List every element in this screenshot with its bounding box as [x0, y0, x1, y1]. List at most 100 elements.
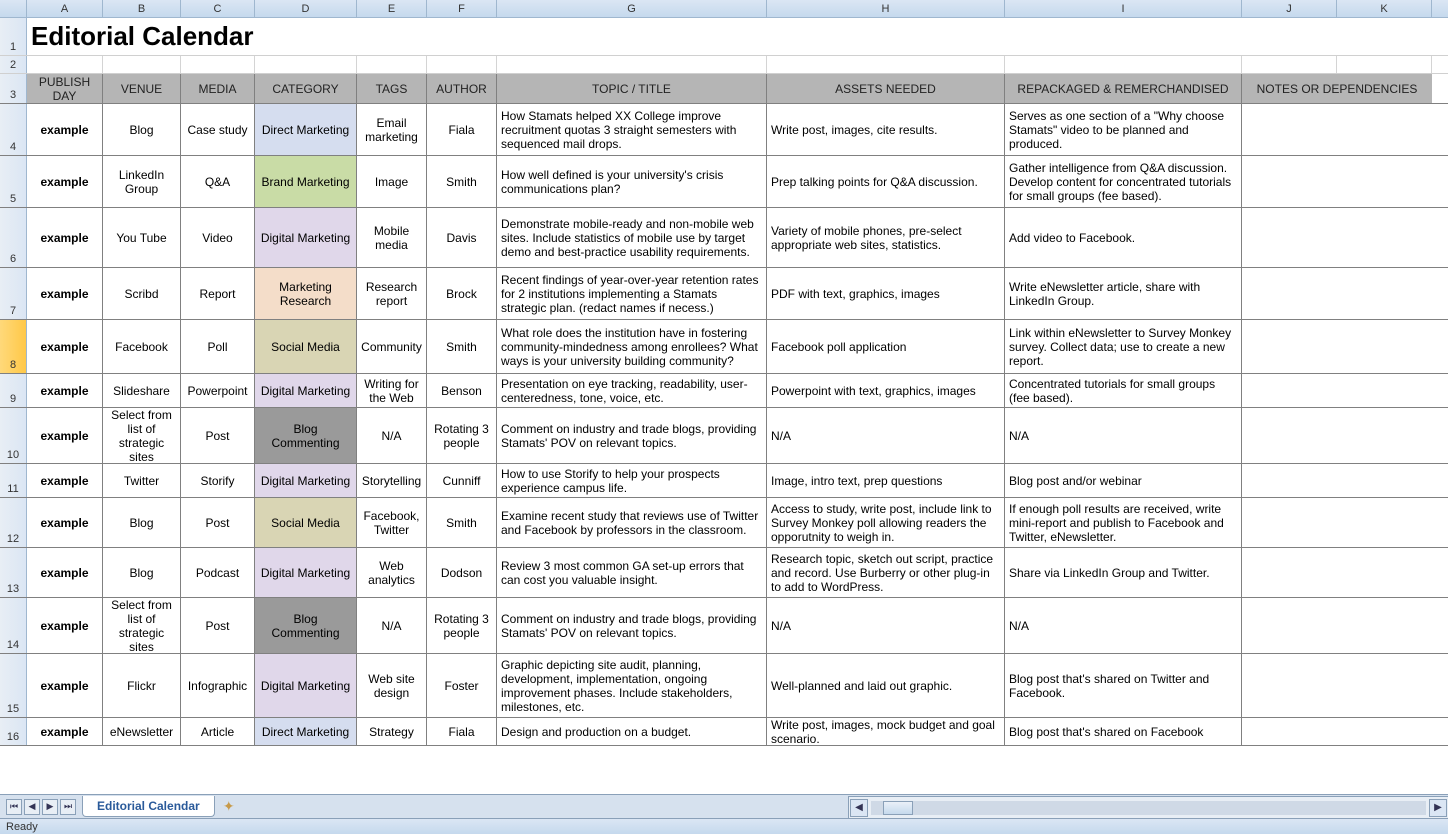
cell-tags[interactable]: Storytelling	[357, 464, 427, 497]
cell[interactable]	[181, 56, 255, 73]
cell-repackaged[interactable]: Blog post that's shared on Facebook	[1005, 718, 1242, 745]
cell-topic[interactable]: Demonstrate mobile-ready and non-mobile …	[497, 208, 767, 267]
scroll-track[interactable]	[871, 801, 1426, 815]
cell-assets[interactable]: Write post, images, mock budget and goal…	[767, 718, 1005, 745]
col-header-G[interactable]: G	[497, 0, 767, 17]
cell-media[interactable]: Post	[181, 498, 255, 547]
cell-repackaged[interactable]: Blog post that's shared on Twitter and F…	[1005, 654, 1242, 717]
cell-venue[interactable]: Twitter	[103, 464, 181, 497]
cell-assets[interactable]: N/A	[767, 598, 1005, 653]
cell-publish-day[interactable]: example	[27, 408, 103, 463]
cell-tags[interactable]: Email marketing	[357, 104, 427, 155]
cell-author[interactable]: Rotating 3 people	[427, 408, 497, 463]
row-header-1[interactable]: 1	[0, 18, 27, 55]
col-header-A[interactable]: A	[27, 0, 103, 17]
cell-media[interactable]: Video	[181, 208, 255, 267]
cell-venue[interactable]: LinkedIn Group	[103, 156, 181, 207]
hdr-repackaged[interactable]: REPACKAGED & REMERCHANDISED	[1005, 74, 1242, 103]
col-header-I[interactable]: I	[1005, 0, 1242, 17]
cell-media[interactable]: Q&A	[181, 156, 255, 207]
cell-assets[interactable]: Well-planned and laid out graphic.	[767, 654, 1005, 717]
row-header-10[interactable]: 10	[0, 408, 27, 463]
col-header-C[interactable]: C	[181, 0, 255, 17]
scroll-right-icon[interactable]: ▶	[1429, 799, 1447, 817]
cell-publish-day[interactable]: example	[27, 208, 103, 267]
cell-category[interactable]: Digital Marketing	[255, 374, 357, 407]
cell[interactable]	[767, 56, 1005, 73]
cell-venue[interactable]: Facebook	[103, 320, 181, 373]
cell-author[interactable]: Benson	[427, 374, 497, 407]
cell-topic[interactable]: Graphic depicting site audit, planning, …	[497, 654, 767, 717]
cell-notes[interactable]	[1242, 374, 1432, 407]
cell-media[interactable]: Report	[181, 268, 255, 319]
row-header-6[interactable]: 6	[0, 208, 27, 267]
cell-notes[interactable]	[1242, 718, 1432, 745]
cell-publish-day[interactable]: example	[27, 654, 103, 717]
cell-notes[interactable]	[1242, 268, 1432, 319]
cell-category[interactable]: Brand Marketing	[255, 156, 357, 207]
cell-notes[interactable]	[1242, 208, 1432, 267]
cell-repackaged[interactable]: Link within eNewsletter to Survey Monkey…	[1005, 320, 1242, 373]
cell-repackaged[interactable]: Share via LinkedIn Group and Twitter.	[1005, 548, 1242, 597]
cell-publish-day[interactable]: example	[27, 268, 103, 319]
cell-repackaged[interactable]: Add video to Facebook.	[1005, 208, 1242, 267]
cell-topic[interactable]: How well defined is your university's cr…	[497, 156, 767, 207]
cell[interactable]	[497, 56, 767, 73]
cell-topic[interactable]: What role does the institution have in f…	[497, 320, 767, 373]
cell-topic[interactable]: How to use Storify to help your prospect…	[497, 464, 767, 497]
cell-author[interactable]: Brock	[427, 268, 497, 319]
cell-repackaged[interactable]: Serves as one section of a "Why choose S…	[1005, 104, 1242, 155]
cell-category[interactable]: Blog Commenting	[255, 598, 357, 653]
row-header-7[interactable]: 7	[0, 268, 27, 319]
cell[interactable]	[427, 56, 497, 73]
hdr-tags[interactable]: TAGS	[357, 74, 427, 103]
cell-repackaged[interactable]: If enough poll results are received, wri…	[1005, 498, 1242, 547]
row-header-9[interactable]: 9	[0, 374, 27, 407]
cell-media[interactable]: Powerpoint	[181, 374, 255, 407]
cell-media[interactable]: Podcast	[181, 548, 255, 597]
cell-media[interactable]: Poll	[181, 320, 255, 373]
cell-publish-day[interactable]: example	[27, 464, 103, 497]
hdr-topic[interactable]: TOPIC / TITLE	[497, 74, 767, 103]
cell-tags[interactable]: Research report	[357, 268, 427, 319]
cell-assets[interactable]: Write post, images, cite results.	[767, 104, 1005, 155]
col-header-D[interactable]: D	[255, 0, 357, 17]
cell-repackaged[interactable]: Gather intelligence from Q&A discussion.…	[1005, 156, 1242, 207]
cell-category[interactable]: Social Media	[255, 498, 357, 547]
cell-notes[interactable]	[1242, 320, 1432, 373]
cell-notes[interactable]	[1242, 598, 1432, 653]
hdr-assets[interactable]: ASSETS NEEDED	[767, 74, 1005, 103]
cell-assets[interactable]: Prep talking points for Q&A discussion.	[767, 156, 1005, 207]
tab-nav-last-icon[interactable]: ⏭	[60, 799, 76, 815]
row-header-13[interactable]: 13	[0, 548, 27, 597]
cell-assets[interactable]: Facebook poll application	[767, 320, 1005, 373]
hdr-venue[interactable]: VENUE	[103, 74, 181, 103]
cell-author[interactable]: Davis	[427, 208, 497, 267]
cell-publish-day[interactable]: example	[27, 718, 103, 745]
row-header-15[interactable]: 15	[0, 654, 27, 717]
cell-publish-day[interactable]: example	[27, 104, 103, 155]
cell-publish-day[interactable]: example	[27, 498, 103, 547]
cell-assets[interactable]: Variety of mobile phones, pre-select app…	[767, 208, 1005, 267]
col-header-H[interactable]: H	[767, 0, 1005, 17]
cell-category[interactable]: Marketing Research	[255, 268, 357, 319]
cell-author[interactable]: Smith	[427, 320, 497, 373]
cell-topic[interactable]: Recent findings of year-over-year retent…	[497, 268, 767, 319]
cell-notes[interactable]	[1242, 654, 1432, 717]
cell-notes[interactable]	[1242, 408, 1432, 463]
sheet-grid[interactable]: 1 Editorial Calendar 2 3 PUBLISH DAY VEN…	[0, 18, 1448, 794]
row-header-4[interactable]: 4	[0, 104, 27, 155]
cell-assets[interactable]: Research topic, sketch out script, pract…	[767, 548, 1005, 597]
scroll-thumb[interactable]	[883, 801, 913, 815]
hdr-category[interactable]: CATEGORY	[255, 74, 357, 103]
cell[interactable]	[1242, 56, 1337, 73]
cell-author[interactable]: Foster	[427, 654, 497, 717]
cell-topic[interactable]: Review 3 most common GA set-up errors th…	[497, 548, 767, 597]
cell-topic[interactable]: Comment on industry and trade blogs, pro…	[497, 598, 767, 653]
cell-author[interactable]: Cunniff	[427, 464, 497, 497]
row-header-5[interactable]: 5	[0, 156, 27, 207]
cell-media[interactable]: Storify	[181, 464, 255, 497]
cell[interactable]	[103, 56, 181, 73]
cell-venue[interactable]: Flickr	[103, 654, 181, 717]
cell-tags[interactable]: N/A	[357, 408, 427, 463]
